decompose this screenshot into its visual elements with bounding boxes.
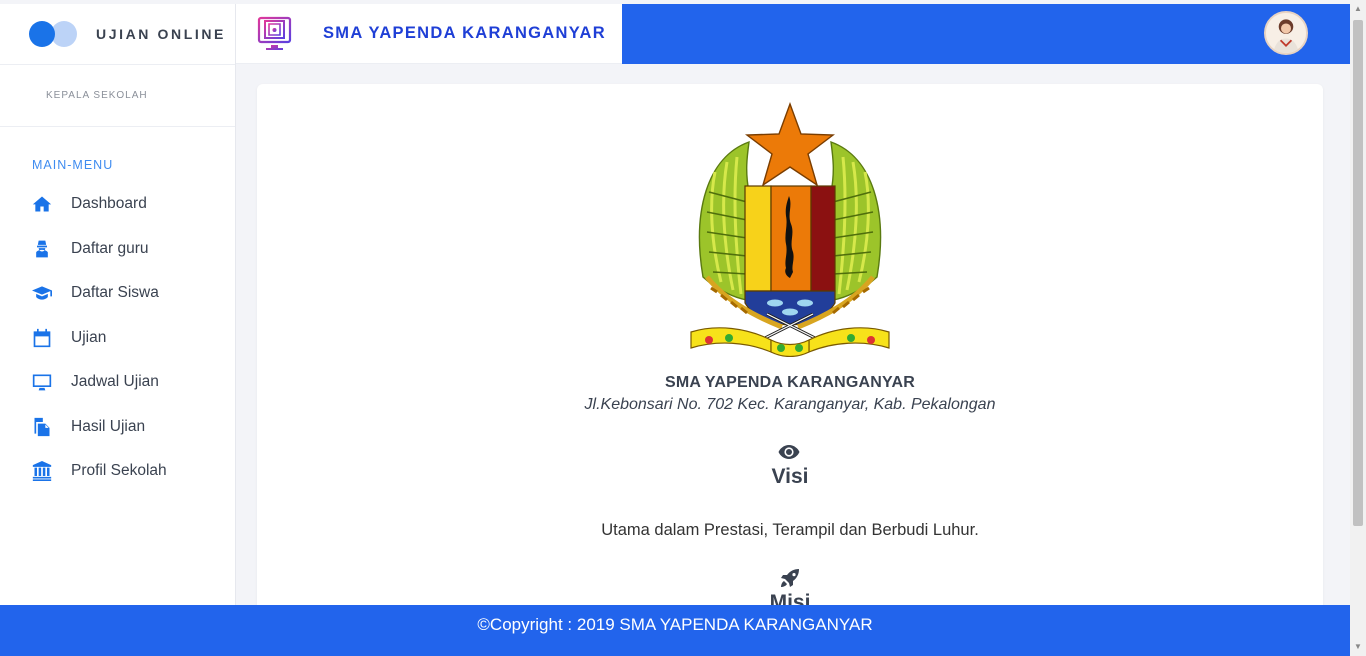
footer: ©Copyright : 2019 SMA YAPENDA KARANGANYA…	[0, 605, 1350, 656]
school-address: Jl.Kebonsari No. 702 Kec. Karanganyar, K…	[584, 396, 996, 413]
sidebar-item-dashboard[interactable]: Dashboard	[0, 182, 235, 227]
scroll-up-arrow-icon[interactable]: ▲	[1353, 4, 1363, 14]
sidebar-item-label: Jadwal Ujian	[71, 373, 159, 391]
school-emblem-logo	[690, 102, 890, 357]
brand: UJIAN ONLINE	[0, 4, 235, 65]
topbar: SMA YAPENDA KARANGANYAR	[236, 4, 1350, 64]
app-title: UJIAN ONLINE	[96, 26, 226, 42]
page-title: SMA YAPENDA KARANGANYAR	[323, 24, 606, 42]
page-scrollbar[interactable]: ▲ ▼	[1350, 0, 1366, 656]
sidebar-item-label: Dashboard	[71, 195, 147, 213]
scroll-thumb[interactable]	[1353, 20, 1363, 526]
sidebar-item-label: Daftar Siswa	[71, 284, 159, 302]
sidebar-item-jadwal-ujian[interactable]: Jadwal Ujian	[0, 360, 235, 405]
visi-text: Utama dalam Prestasi, Terampil dan Berbu…	[601, 521, 979, 539]
profile-card: SMA YAPENDA KARANGANYAR Jl.Kebonsari No.…	[257, 84, 1323, 624]
sidebar-item-label: Profil Sekolah	[71, 462, 167, 480]
sidebar-item-label: Daftar guru	[71, 239, 149, 257]
topbar-title-area: SMA YAPENDA KARANGANYAR	[236, 4, 622, 64]
menu-heading: MAIN-MENU	[32, 158, 114, 172]
rocket-icon	[781, 569, 799, 587]
sidebar-item-ujian[interactable]: Ujian	[0, 316, 235, 361]
main-menu: Dashboard Daftar guru Daftar Siswa Ujian…	[0, 182, 235, 494]
sidebar: UJIAN ONLINE KEPALA SEKOLAH MAIN-MENU Da…	[0, 4, 236, 656]
avatar[interactable]	[1264, 11, 1308, 55]
home-icon	[31, 193, 53, 215]
topbar-user-area	[622, 4, 1350, 64]
sidebar-item-label: Hasil Ujian	[71, 417, 146, 435]
teacher-icon	[31, 238, 53, 260]
university-icon	[31, 460, 53, 482]
eye-icon	[778, 445, 800, 459]
scroll-down-arrow-icon[interactable]: ▼	[1353, 642, 1363, 652]
calendar-icon	[31, 327, 53, 349]
school-name: SMA YAPENDA KARANGANYAR	[665, 374, 915, 391]
sidebar-item-daftar-siswa[interactable]: Daftar Siswa	[0, 271, 235, 316]
copy-icon	[31, 416, 53, 438]
copyright-text: ©Copyright : 2019 SMA YAPENDA KARANGANYA…	[477, 614, 873, 634]
sidebar-item-hasil-ujian[interactable]: Hasil Ujian	[0, 405, 235, 450]
graduation-cap-icon	[31, 282, 53, 304]
desktop-icon	[31, 371, 53, 393]
visi-heading: Visi	[771, 465, 809, 488]
sidebar-item-daftar-guru[interactable]: Daftar guru	[0, 227, 235, 272]
user-role: KEPALA SEKOLAH	[0, 65, 235, 127]
school-building-icon	[257, 16, 292, 50]
sidebar-item-profil-sekolah[interactable]: Profil Sekolah	[0, 449, 235, 494]
sidebar-toggle-icon[interactable]	[29, 20, 81, 48]
sidebar-item-label: Ujian	[71, 328, 107, 346]
